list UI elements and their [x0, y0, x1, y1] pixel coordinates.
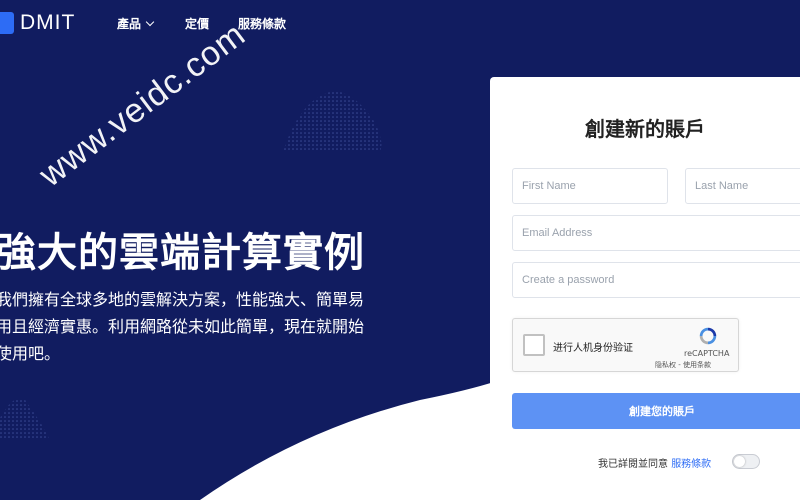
terms-agreement: 我已詳閱並同意 服務條款: [598, 455, 711, 470]
last-name-field[interactable]: [685, 168, 800, 204]
recaptcha-widget: 进行人机身份验证 reCAPTCHA 隐私权 - 使用条款: [512, 318, 739, 372]
signup-title: 創建新的賬戶: [585, 117, 705, 141]
nav-item-pricing[interactable]: 定價: [185, 15, 209, 32]
nav-item-label: 產品: [117, 17, 142, 31]
chevron-down-icon: [145, 17, 155, 27]
recaptcha-label: 进行人机身份验证: [553, 343, 633, 354]
hero-description: 我們擁有全球多地的雲解決方案，性能強大、簡單易用且經濟實惠。利用網路從未如此簡單…: [0, 290, 365, 363]
recaptcha-checkbox[interactable]: [523, 334, 545, 356]
terms-link[interactable]: 服務條款: [671, 459, 711, 470]
first-name-field[interactable]: [512, 168, 668, 204]
password-field[interactable]: [512, 262, 800, 298]
signup-card: 創建新的賬戶 进行人机身份验证 reCAPTCHA 隐私权 - 使用条款 創建您…: [490, 77, 800, 500]
hero-title: 強大的雲端計算實例: [0, 230, 365, 276]
nav-item-terms[interactable]: 服務條款: [238, 15, 286, 32]
logo-icon[interactable]: [0, 12, 14, 34]
agree-text: 我已詳閱並同意: [598, 459, 668, 470]
create-account-button[interactable]: 創建您的賬戶: [512, 393, 800, 429]
terms-toggle[interactable]: [732, 454, 760, 469]
recaptcha-icon: [699, 327, 717, 345]
recaptcha-links[interactable]: 隐私权 - 使用条款: [655, 360, 711, 370]
recaptcha-brand: reCAPTCHA: [684, 349, 730, 358]
nav-item-products[interactable]: 產品: [117, 15, 155, 32]
toggle-knob: [734, 456, 745, 467]
logo-text[interactable]: DMIT: [20, 11, 75, 35]
top-navbar: DMIT 產品 定價 服務條款: [0, 0, 800, 46]
email-field[interactable]: [512, 215, 800, 251]
